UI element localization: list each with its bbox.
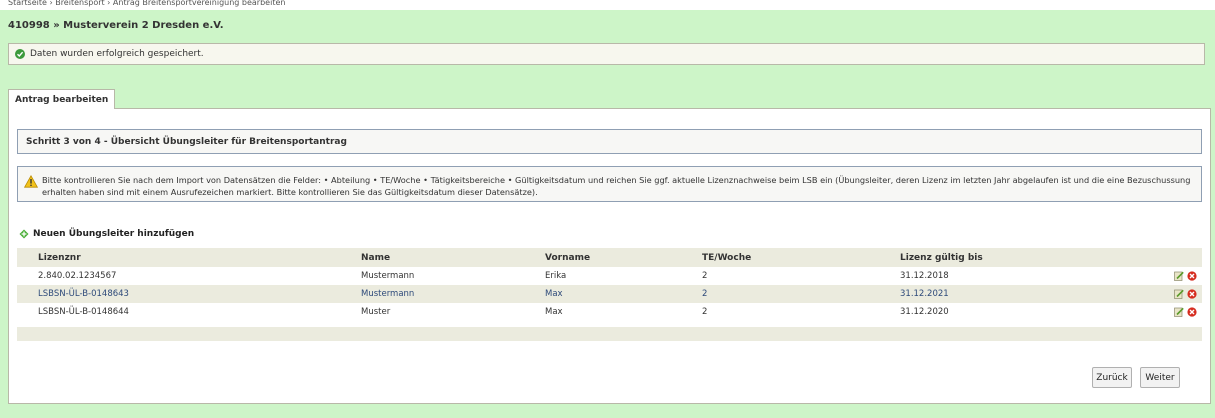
- trainer-table: Lizenznr Name Vorname TE/Woche Lizenz gü…: [17, 248, 1202, 341]
- cell-te-woche: 2: [702, 307, 708, 317]
- column-header-name[interactable]: Name: [361, 253, 545, 263]
- add-icon: [19, 229, 29, 239]
- edit-icon[interactable]: [1174, 289, 1184, 299]
- table-row[interactable]: 2.840.02.1234567 Mustermann Erika 2 31.1…: [17, 267, 1202, 285]
- edit-icon[interactable]: [1174, 271, 1184, 281]
- table-row[interactable]: LSBSN-ÜL-B-0148643 Mustermann Max 2 31.1…: [17, 285, 1202, 303]
- delete-icon[interactable]: [1187, 307, 1197, 317]
- cell-lizenz-gueltig-bis: 31.12.2018: [900, 271, 949, 281]
- cell-vorname: Max: [545, 307, 563, 317]
- main-panel: Schritt 3 von 4 - Übersicht Übungsleiter…: [8, 108, 1211, 404]
- warning-text: Bitte kontrollieren Sie nach dem Import …: [42, 175, 1191, 197]
- row-actions: [1152, 307, 1202, 317]
- table-header-row: Lizenznr Name Vorname TE/Woche Lizenz gü…: [17, 248, 1202, 267]
- cell-lizenz-gueltig-bis: 31.12.2021: [900, 289, 949, 299]
- column-header-vorname[interactable]: Vorname: [545, 253, 702, 263]
- add-trainer-link[interactable]: Neuen Übungsleiter hinzufügen: [19, 229, 194, 239]
- page-title: 410998 » Musterverein 2 Dresden e.V.: [8, 20, 224, 31]
- row-actions: [1152, 289, 1202, 299]
- breadcrumb[interactable]: Startseite › Breitensport › Antrag Breit…: [8, 0, 508, 10]
- cell-name: Muster: [361, 307, 391, 317]
- back-button[interactable]: Zurück: [1092, 367, 1132, 388]
- delete-icon[interactable]: [1187, 271, 1197, 281]
- step-header: Schritt 3 von 4 - Übersicht Übungsleiter…: [17, 129, 1202, 154]
- table-row[interactable]: LSBSN-ÜL-B-0148644 Muster Max 2 31.12.20…: [17, 303, 1202, 321]
- cell-vorname: Max: [545, 289, 563, 299]
- column-header-lizenz-gueltig-bis[interactable]: Lizenz gültig bis: [900, 253, 1152, 263]
- delete-icon[interactable]: [1187, 289, 1197, 299]
- table-footer: [17, 327, 1202, 341]
- cell-te-woche: 2: [702, 289, 708, 299]
- edit-icon[interactable]: [1174, 307, 1184, 317]
- success-message-box: Daten wurden erfolgreich gespeichert.: [8, 43, 1205, 65]
- add-trainer-label: Neuen Übungsleiter hinzufügen: [33, 229, 195, 239]
- cell-vorname: Erika: [545, 271, 567, 281]
- column-header-lizenznr[interactable]: Lizenznr: [17, 253, 361, 263]
- cell-lizenznr: LSBSN-ÜL-B-0148644: [38, 307, 129, 317]
- warning-icon: [24, 175, 38, 188]
- row-actions: [1152, 271, 1202, 281]
- cell-name: Mustermann: [361, 289, 415, 299]
- cell-name: Mustermann: [361, 271, 415, 281]
- cell-te-woche: 2: [702, 271, 708, 281]
- cell-lizenznr: 2.840.02.1234567: [38, 271, 117, 281]
- cell-lizenznr: LSBSN-ÜL-B-0148643: [38, 289, 129, 299]
- check-icon: [15, 49, 25, 59]
- next-button[interactable]: Weiter: [1140, 367, 1180, 388]
- step-title: Schritt 3 von 4 - Übersicht Übungsleiter…: [26, 136, 347, 147]
- tab-antrag-bearbeiten[interactable]: Antrag bearbeiten: [8, 89, 116, 109]
- success-message-text: Daten wurden erfolgreich gespeichert.: [30, 49, 204, 59]
- column-header-te-woche[interactable]: TE/Woche: [702, 253, 900, 263]
- warning-message-box: Bitte kontrollieren Sie nach dem Import …: [17, 166, 1202, 202]
- cell-lizenz-gueltig-bis: 31.12.2020: [900, 307, 949, 317]
- tab-label: Antrag bearbeiten: [15, 94, 109, 105]
